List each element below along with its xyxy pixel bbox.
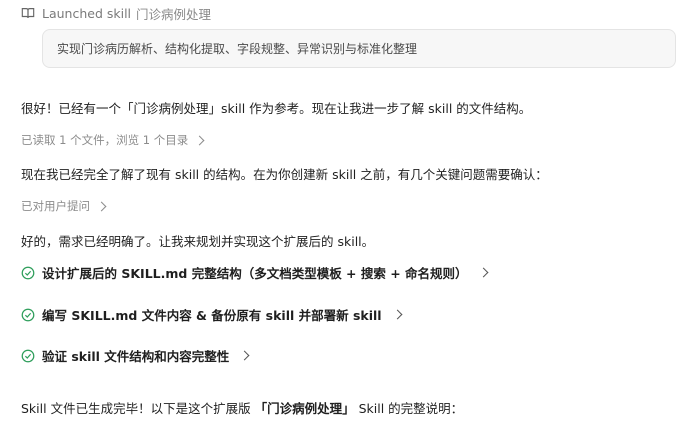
message-understood: 现在我已经完全了解了现有 skill 的结构。在为你创建新 skill 之前，有…: [21, 167, 548, 182]
task-label: 验证 skill 文件结构和内容完整性: [42, 349, 230, 364]
skill-description-text: 实现门诊病历解析、结构化提取、字段规整、异常识别与标准化整理: [57, 42, 418, 56]
launched-skill-label: Launched skill: [42, 5, 132, 21]
asked-user-status[interactable]: 已对用户提问: [21, 198, 107, 214]
chevron-right-icon: [478, 267, 489, 278]
final-text-after: Skill 的完整说明：: [358, 401, 464, 416]
message-clarified: 好的，需求已经明确了。让我来规划并实现这个扩展后的 skill。: [21, 234, 375, 249]
book-open-icon: [21, 8, 35, 18]
final-skill-highlight: 「门诊病例处理」: [254, 401, 355, 416]
skill-description-box: 实现门诊病历解析、结构化提取、字段规整、异常识别与标准化整理: [42, 29, 676, 68]
task-label: 编写 SKILL.md 文件内容 & 备份原有 skill 并部署新 skill: [42, 308, 382, 323]
task-label: 设计扩展后的 SKILL.md 完整结构（多文档类型模板 + 搜索 + 命名规则…: [42, 266, 468, 281]
launched-skill-header: Launched skill 门诊病例处理: [21, 4, 211, 22]
check-circle-icon: [21, 349, 35, 362]
read-files-status-text: 已读取 1 个文件，浏览 1 个目录: [21, 133, 189, 147]
chevron-right-icon: [392, 309, 403, 320]
task-item-verify[interactable]: 验证 skill 文件结构和内容完整性: [21, 346, 250, 365]
message-final: Skill 文件已生成完毕！以下是这个扩展版 「门诊病例处理」 Skill 的完整说…: [21, 398, 463, 417]
final-text-before: Skill 文件已生成完毕！以下是这个扩展版: [21, 401, 251, 416]
read-files-status[interactable]: 已读取 1 个文件，浏览 1 个目录: [21, 132, 205, 148]
task-item-design[interactable]: 设计扩展后的 SKILL.md 完整结构（多文档类型模板 + 搜索 + 命名规则…: [21, 263, 489, 282]
chevron-right-icon: [96, 201, 107, 211]
chevron-right-icon: [239, 350, 250, 361]
chevron-right-icon: [194, 135, 205, 145]
check-circle-icon: [21, 308, 35, 321]
task-item-write[interactable]: 编写 SKILL.md 文件内容 & 备份原有 skill 并部署新 skill: [21, 305, 403, 324]
launched-skill-name: 门诊病例处理: [136, 6, 212, 22]
message-intro: 很好！已经有一个「门诊病例处理」skill 作为参考。现在让我进一步了解 ski…: [21, 101, 532, 116]
check-circle-icon: [21, 266, 35, 279]
asked-user-status-text: 已对用户提问: [21, 199, 90, 213]
